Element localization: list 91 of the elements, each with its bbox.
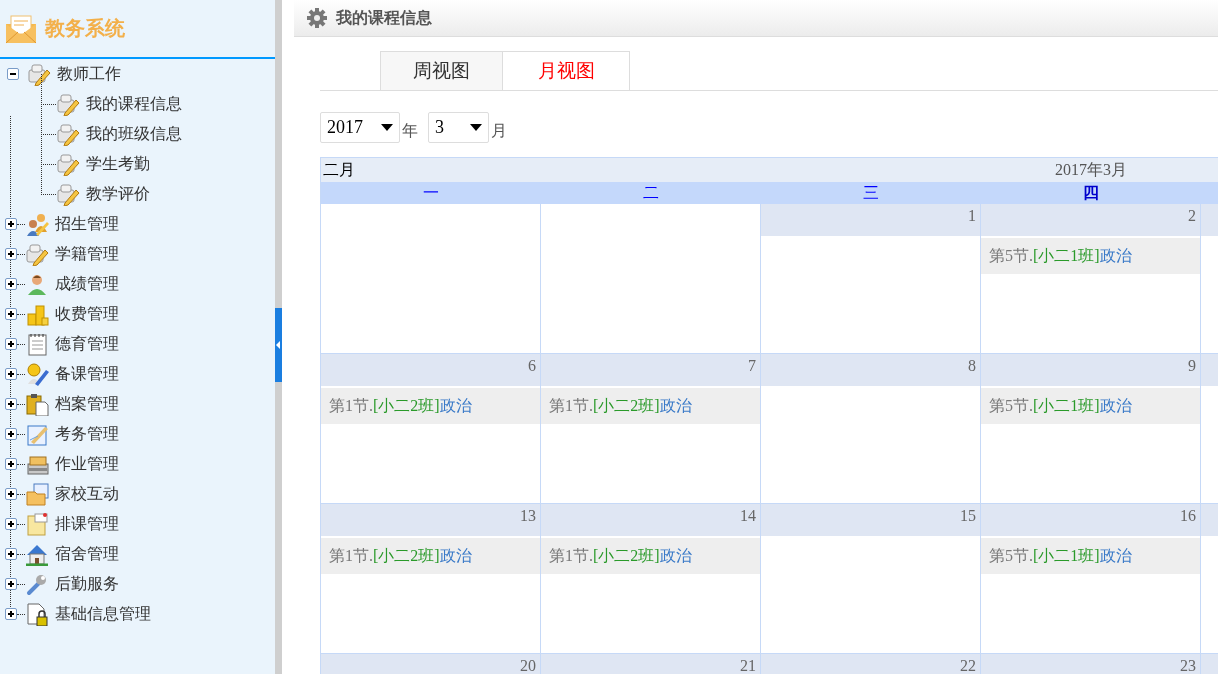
envelope-icon — [5, 13, 37, 44]
tree-item[interactable]: 作业管理 — [55, 453, 119, 475]
folder-icon — [25, 482, 49, 506]
tree-item[interactable]: 我的班级信息 — [86, 123, 182, 145]
tree-item[interactable]: 家校互动 — [55, 483, 119, 505]
tree-item[interactable]: 宿舍管理 — [55, 543, 119, 565]
day-number: 6 — [528, 357, 536, 375]
blocks-pencil-icon — [56, 152, 80, 176]
tree-item[interactable]: 成绩管理 — [55, 273, 119, 295]
expand-toggle-icon[interactable] — [5, 578, 17, 590]
day-number: 15 — [960, 507, 976, 525]
tree-item[interactable]: 考务管理 — [55, 423, 119, 445]
weekday-header: 四 — [1082, 183, 1100, 203]
collapse-toggle-icon[interactable] — [7, 68, 19, 80]
expand-toggle-icon[interactable] — [5, 458, 17, 470]
day-number: 23 — [1180, 657, 1196, 674]
tree-item[interactable]: 招生管理 — [55, 213, 119, 235]
tree-item[interactable]: 排课管理 — [55, 513, 119, 535]
tree-item[interactable]: 收费管理 — [55, 303, 119, 325]
weekday-header: 一 — [422, 183, 440, 203]
expand-toggle-icon[interactable] — [5, 488, 17, 500]
caret-icon — [470, 124, 482, 131]
expand-toggle-icon[interactable] — [5, 368, 17, 380]
expand-toggle-icon[interactable] — [5, 248, 17, 260]
wrench-icon — [25, 572, 49, 596]
person-icon — [25, 272, 49, 296]
expand-toggle-icon[interactable] — [5, 608, 17, 620]
expand-toggle-icon[interactable] — [5, 278, 17, 290]
day-number: 9 — [1188, 357, 1196, 375]
expand-toggle-icon[interactable] — [5, 428, 17, 440]
blocks-pencil-icon — [56, 122, 80, 146]
expand-toggle-icon[interactable] — [5, 398, 17, 410]
day-number: 7 — [748, 357, 756, 375]
previous-month-link[interactable]: 二月 — [321, 159, 355, 181]
tree-item[interactable]: 后勤服务 — [55, 573, 119, 595]
blocks-pencil-icon — [56, 182, 80, 206]
weekday-header: 二 — [642, 183, 660, 203]
expand-toggle-icon[interactable] — [5, 518, 17, 530]
note-icon — [25, 512, 49, 536]
course-entry[interactable]: 第1节.[小二2班]政治 — [321, 538, 540, 574]
year-select[interactable]: 2017 — [320, 112, 400, 143]
course-entry[interactable]: 第1节.[小二2班]政治 — [321, 388, 540, 424]
app-title: 教务系统 — [45, 16, 125, 41]
course-entry[interactable]: 第1节.[小二2班]政治 — [541, 538, 760, 574]
course-entry[interactable]: 第5节.[小二1班]政治 — [981, 388, 1200, 424]
blocks-pencil-icon — [25, 242, 49, 266]
month-select[interactable]: 3 — [428, 112, 489, 143]
expand-toggle-icon[interactable] — [5, 548, 17, 560]
day-number: 21 — [740, 657, 756, 674]
tree-item[interactable]: 我的课程信息 — [86, 93, 182, 115]
house-icon — [25, 542, 49, 566]
document-lock-icon — [25, 602, 49, 626]
collapse-handle[interactable] — [275, 308, 282, 382]
tree-item[interactable]: 学籍管理 — [55, 243, 119, 265]
view-tab[interactable]: 周视图 — [380, 51, 503, 90]
tree-item[interactable]: 教学评价 — [86, 183, 150, 205]
clipboard-icon — [25, 392, 49, 416]
people-icon — [25, 212, 49, 236]
tree-item[interactable]: 学生考勤 — [86, 153, 150, 175]
course-entry[interactable]: 第5节.[小二1班]政治 — [981, 238, 1200, 274]
expand-toggle-icon[interactable] — [5, 218, 17, 230]
day-number: 20 — [520, 657, 536, 674]
expand-toggle-icon[interactable] — [5, 308, 17, 320]
document-pencil-icon — [25, 422, 49, 446]
day-number: 1 — [968, 207, 976, 225]
tree-item[interactable]: 备课管理 — [55, 363, 119, 385]
month-title: 2017年3月 — [1055, 159, 1127, 180]
day-number: 8 — [968, 357, 976, 375]
expand-toggle-icon[interactable] — [5, 338, 17, 350]
year-label: 年 — [402, 121, 418, 141]
day-number: 22 — [960, 657, 976, 674]
view-tab[interactable]: 月视图 — [503, 51, 630, 90]
tree-item[interactable]: 教师工作 — [57, 63, 121, 85]
person-pencil-icon — [25, 362, 49, 386]
coins-icon — [25, 302, 49, 326]
notepad-icon — [25, 332, 49, 356]
day-number: 2 — [1188, 207, 1196, 225]
course-entry[interactable]: 第1节.[小二2班]政治 — [541, 388, 760, 424]
tree-item[interactable]: 基础信息管理 — [55, 603, 151, 625]
day-number: 16 — [1180, 507, 1196, 525]
blocks-pencil-icon — [27, 62, 51, 86]
tree-item[interactable]: 德育管理 — [55, 333, 119, 355]
day-number: 14 — [740, 507, 756, 525]
weekday-header: 三 — [862, 183, 880, 203]
month-label: 月 — [491, 121, 507, 141]
caret-icon — [381, 124, 393, 131]
page-title: 我的课程信息 — [336, 7, 432, 28]
day-number: 13 — [520, 507, 536, 525]
blocks-pencil-icon — [56, 92, 80, 116]
course-entry[interactable]: 第5节.[小二1班]政治 — [981, 538, 1200, 574]
tree-item[interactable]: 档案管理 — [55, 393, 119, 415]
